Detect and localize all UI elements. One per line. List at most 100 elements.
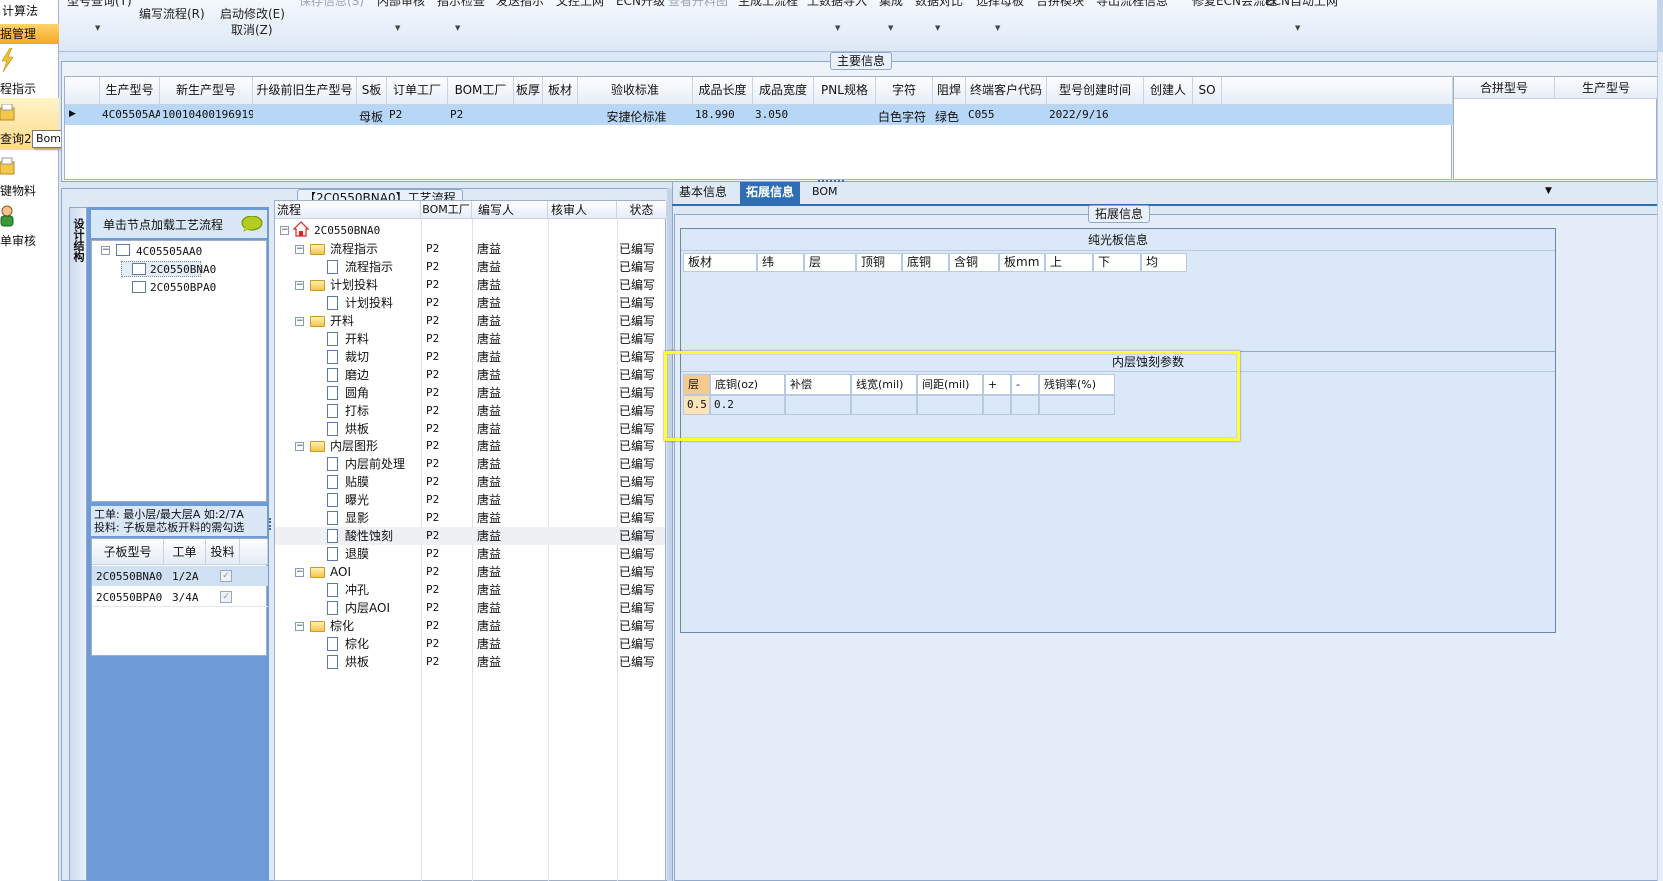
flow-tree-row[interactable]: − 棕化 P2 唐益 已编写	[275, 617, 665, 635]
chevron-down-icon[interactable]: ▼	[1295, 24, 1300, 32]
flow-header-reviewer[interactable]: 核审人	[548, 201, 617, 219]
flow-tree-row[interactable]: 内层AOI P2 唐益 已编写	[275, 599, 665, 617]
data-compare-button[interactable]: 数据对比	[915, 0, 963, 9]
column-header[interactable]: 成品长度	[693, 77, 753, 105]
doc-control-online-button[interactable]: 文控上网	[556, 0, 604, 9]
flow-tree-row[interactable]: 流程指示 P2 唐益 已编写	[275, 258, 665, 276]
chevron-down-icon[interactable]: ▼	[455, 24, 460, 32]
nav-item-order-review[interactable]: 单审核	[0, 232, 59, 250]
column-header[interactable]: 型号创建时间	[1047, 77, 1144, 105]
flow-tree-row[interactable]: 打标 P2 唐益 已编写	[275, 402, 665, 420]
light-board-column[interactable]: 层	[804, 253, 856, 272]
tab-bom[interactable]: BOM	[806, 182, 844, 204]
tree-node-child[interactable]: 2C0550BNA0	[150, 263, 216, 276]
flow-tree-row[interactable]: 内层前处理 P2 唐益 已编写	[275, 455, 665, 473]
flow-header-process[interactable]: 流程	[275, 201, 421, 219]
flow-tree-row[interactable]: 退膜 P2 唐益 已编写	[275, 545, 665, 563]
light-board-column[interactable]: 板mm	[999, 253, 1045, 272]
collapse-icon[interactable]: −	[295, 622, 304, 631]
light-board-column[interactable]: 含铜	[949, 253, 999, 272]
chevron-down-icon[interactable]: ▼	[835, 24, 840, 32]
window-scrollbar[interactable]	[1657, 52, 1663, 881]
integration-button[interactable]: 集成	[879, 0, 903, 9]
column-header[interactable]: 成品宽度	[753, 77, 814, 105]
nav-item-key-material[interactable]: 键物料	[0, 182, 59, 200]
merge-model-header[interactable]: 合拼型号	[1454, 77, 1555, 99]
collapse-icon[interactable]: −	[280, 226, 289, 235]
splitter-handle[interactable]	[269, 518, 273, 530]
merge-module-button[interactable]: 合拼模块	[1036, 0, 1084, 9]
light-board-column[interactable]: 底铜	[902, 253, 949, 272]
flow-tree-row[interactable]: − AOI P2 唐益 已编写	[275, 563, 665, 581]
flow-tree-row[interactable]: 裁切 P2 唐益 已编写	[275, 348, 665, 366]
column-header[interactable]: 新生产型号	[160, 77, 253, 105]
flow-header-status[interactable]: 状态	[617, 201, 667, 219]
flow-tree-row[interactable]: 磨边 P2 唐益 已编写	[275, 366, 665, 384]
model-query-button[interactable]: 型号查询(T)	[67, 0, 132, 9]
tab-design-structure[interactable]: 设计结构	[69, 207, 87, 881]
save-info-button[interactable]: 保存信息(S)	[299, 0, 364, 9]
column-header[interactable]: 验收标准	[578, 77, 693, 105]
nav-item-data-management[interactable]: 据管理	[0, 24, 59, 44]
chevron-down-icon[interactable]: ▼	[395, 24, 400, 32]
column-header[interactable]: BOM工厂	[448, 77, 514, 105]
flow-tree-row[interactable]: − 计划投料 P2 唐益 已编写	[275, 276, 665, 294]
flow-tree-row[interactable]: 烘板 P2 唐益 已编写	[275, 420, 665, 438]
chevron-down-icon[interactable]: ▼	[995, 24, 1000, 32]
data-import-button[interactable]: 工数据导入	[807, 0, 867, 9]
tree-node-root[interactable]: 4C05505AA0	[136, 245, 202, 258]
flow-tree-row[interactable]: 显影 P2 唐益 已编写	[275, 509, 665, 527]
flow-tree-row[interactable]: 开料 P2 唐益 已编写	[275, 330, 665, 348]
column-header[interactable]: 订单工厂	[387, 77, 448, 105]
column-header[interactable]: 生产型号	[100, 77, 160, 105]
send-instruction-button[interactable]: 发送指示	[496, 0, 544, 9]
chevron-down-icon[interactable]: ▼	[935, 24, 940, 32]
collapse-icon[interactable]: −	[295, 568, 304, 577]
cancel-button[interactable]: 取消(Z)	[231, 21, 273, 38]
instruction-check-button[interactable]: 指示检查	[437, 0, 485, 9]
collapse-icon[interactable]: −	[295, 442, 304, 451]
light-board-column[interactable]: 纬	[757, 253, 804, 272]
flow-tree-row[interactable]: − 流程指示 P2 唐益 已编写	[275, 240, 665, 258]
internal-review-button[interactable]: 内部审核	[377, 0, 425, 9]
column-header[interactable]: 板材	[543, 77, 578, 105]
sub-feed-header[interactable]: 投料	[206, 539, 240, 565]
column-header[interactable]: 升级前旧生产型号	[253, 77, 357, 105]
flow-tree-row[interactable]: − 内层图形 P2 唐益 已编写	[275, 437, 665, 455]
sub-model-header[interactable]: 子板型号	[92, 539, 164, 565]
chevron-down-icon[interactable]: ▼	[888, 24, 893, 32]
export-flow-info-button[interactable]: 导出流程信息	[1096, 0, 1168, 9]
column-header[interactable]: 板厚	[514, 77, 543, 105]
flow-tree-row[interactable]: 棕化 P2 唐益 已编写	[275, 635, 665, 653]
feed-checkbox[interactable]: ✓	[220, 591, 232, 603]
column-header[interactable]: S板	[357, 77, 387, 105]
column-header[interactable]: SO	[1193, 77, 1222, 105]
ecn-upgrade-button[interactable]: ECN升级	[616, 0, 665, 9]
light-board-column[interactable]: 下	[1093, 253, 1141, 272]
column-header[interactable]: PNL规格	[814, 77, 876, 105]
column-header[interactable]: 终端客户代码	[966, 77, 1047, 105]
start-modify-button[interactable]: 启动修改(E)	[220, 5, 285, 22]
flow-header-writer[interactable]: 编写人	[472, 201, 548, 219]
tree-node-child[interactable]: 2C0550BPA0	[150, 281, 216, 294]
flow-root-node[interactable]: 2C0550BNA0	[314, 224, 380, 237]
light-board-column[interactable]: 均	[1141, 253, 1187, 272]
flow-tree-row[interactable]: 酸性蚀刻 P2 唐益 已编写	[275, 527, 665, 545]
flow-tree-row[interactable]: 贴膜 P2 唐益 已编写	[275, 473, 665, 491]
select-master-board-button[interactable]: 选择母板	[976, 0, 1024, 9]
collapse-icon[interactable]: −	[101, 246, 110, 255]
flow-tree-row[interactable]: 烘板 P2 唐益 已编写	[275, 653, 665, 671]
tab-basic-info[interactable]: 基本信息	[673, 182, 733, 204]
view-cut-drawing-button[interactable]: 查看开料图	[668, 0, 728, 9]
collapse-icon[interactable]: −	[295, 245, 304, 254]
write-process-button[interactable]: 编写流程(R)	[139, 5, 205, 22]
light-board-column[interactable]: 顶铜	[856, 253, 902, 272]
nav-item-algorithm[interactable]: 计算法	[2, 2, 61, 20]
flow-header-bom-factory[interactable]: BOM工厂	[421, 201, 472, 219]
flow-tree-row[interactable]: 冲孔 P2 唐益 已编写	[275, 581, 665, 599]
collapse-icon[interactable]: −	[295, 281, 304, 290]
collapse-icon[interactable]: −	[295, 317, 304, 326]
chevron-down-icon[interactable]: ▼	[95, 24, 100, 32]
column-header[interactable]: 阻焊	[933, 77, 966, 105]
tab-extended-info[interactable]: 拓展信息	[740, 182, 801, 204]
